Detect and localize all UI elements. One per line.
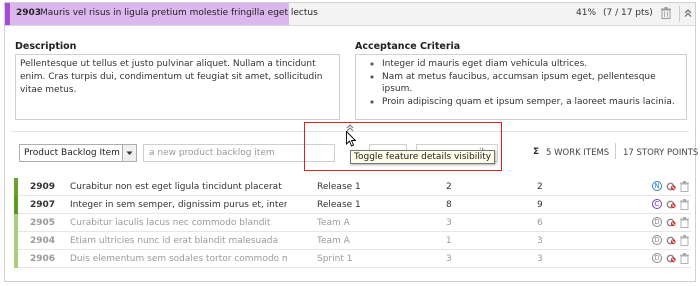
feature-panel: 2903 Mauris vel risus in ligula pretium … bbox=[4, 2, 699, 282]
trash-icon[interactable] bbox=[680, 217, 689, 228]
row-color-bar bbox=[14, 214, 18, 232]
backlog-table: 2909 Curabitur non est eget ligula tinci… bbox=[14, 178, 691, 268]
row-title[interactable]: Curabitur non est eget ligula tincidunt … bbox=[70, 182, 287, 192]
table-row[interactable]: 2905 Curabitur iaculis lacus nec commodo… bbox=[14, 214, 691, 232]
row-value: 3 bbox=[537, 236, 543, 246]
row-effort: 2 bbox=[446, 182, 452, 192]
state-badge: D bbox=[652, 235, 662, 245]
trash-icon[interactable] bbox=[680, 199, 689, 210]
feature-title[interactable]: Mauris vel risus in ligula pretium moles… bbox=[40, 8, 318, 18]
row-id: 2905 bbox=[30, 218, 56, 228]
row-id: 2909 bbox=[30, 182, 56, 192]
caret-down-icon bbox=[126, 151, 133, 155]
unlink-icon[interactable] bbox=[666, 217, 677, 228]
story-points-total: 17 STORY POINTS bbox=[623, 148, 699, 158]
trash-icon[interactable] bbox=[680, 253, 689, 264]
row-effort: 3 bbox=[446, 218, 452, 228]
feature-id: 2903 bbox=[16, 8, 42, 18]
add-item-input[interactable]: a new product backlog item bbox=[143, 144, 335, 162]
description-text: Pellentesque ut tellus et justo pulvinar… bbox=[20, 59, 323, 95]
row-effort: 3 bbox=[446, 254, 452, 264]
row-actions: C bbox=[652, 199, 692, 211]
criteria-item: Nam at metus faucibus, accumsan ipsum eg… bbox=[382, 71, 678, 96]
row-actions: D bbox=[652, 253, 692, 265]
row-iteration: Team A bbox=[317, 236, 350, 246]
trash-icon[interactable] bbox=[680, 181, 689, 192]
row-actions: N bbox=[652, 181, 692, 193]
acceptance-criteria-list: Integer id mauris eget diam vehicula ult… bbox=[360, 58, 678, 108]
row-value: 3 bbox=[537, 254, 543, 264]
row-id: 2906 bbox=[30, 254, 56, 264]
unlink-icon[interactable] bbox=[666, 199, 677, 210]
acceptance-criteria-label: Acceptance Criteria bbox=[355, 41, 461, 52]
state-badge: C bbox=[652, 199, 662, 209]
row-title[interactable]: Integer in sem semper, dignissim purus e… bbox=[70, 200, 287, 210]
row-actions: D bbox=[652, 235, 692, 247]
work-item-type-select[interactable]: Product Backlog Item bbox=[19, 144, 124, 162]
state-badge: D bbox=[652, 253, 662, 263]
toolbar-divider bbox=[615, 143, 616, 159]
work-items-count: 5 WORK ITEMS bbox=[546, 148, 610, 158]
unlink-icon[interactable] bbox=[666, 181, 677, 192]
table-row[interactable]: 2909 Curabitur non est eget ligula tinci… bbox=[14, 178, 691, 196]
row-actions: D bbox=[652, 217, 692, 229]
state-badge: D bbox=[652, 217, 662, 227]
row-iteration: Team A bbox=[317, 218, 350, 228]
state-badge: N bbox=[652, 181, 662, 191]
row-color-bar bbox=[14, 232, 18, 250]
add-item-placeholder: a new product backlog item bbox=[149, 148, 275, 158]
row-effort: 8 bbox=[446, 200, 452, 210]
criteria-item: Integer id mauris eget diam vehicula ult… bbox=[382, 58, 678, 71]
trash-icon[interactable] bbox=[680, 235, 689, 246]
description-field[interactable]: Pellentesque ut tellus et justo pulvinar… bbox=[15, 54, 340, 120]
header-divider bbox=[679, 6, 680, 22]
row-id: 2907 bbox=[30, 200, 56, 210]
feature-header[interactable]: 2903 Mauris vel risus in ligula pretium … bbox=[5, 3, 695, 26]
acceptance-criteria-field[interactable]: Integer id mauris eget diam vehicula ult… bbox=[355, 54, 687, 120]
row-effort: 1 bbox=[446, 236, 452, 246]
row-value: 2 bbox=[537, 182, 543, 192]
feature-color-bar bbox=[5, 3, 10, 25]
row-color-bar bbox=[14, 178, 18, 196]
table-row[interactable]: 2906 Duis elementum sem sodales tortor c… bbox=[14, 250, 691, 268]
row-title[interactable]: Curabitur iaculis lacus nec commodo blan… bbox=[70, 218, 287, 228]
row-color-bar bbox=[14, 196, 18, 214]
row-value: 9 bbox=[537, 200, 543, 210]
description-label: Description bbox=[15, 41, 77, 52]
row-value: 6 bbox=[537, 218, 543, 228]
criteria-item: Proin adipiscing quam et ipsum semper, a… bbox=[382, 96, 678, 109]
row-iteration: Sprint 1 bbox=[317, 254, 353, 264]
chevron-up-icon[interactable] bbox=[683, 7, 693, 19]
unlink-icon[interactable] bbox=[666, 235, 677, 246]
row-title[interactable]: Duis elementum sem sodales tortor commod… bbox=[70, 254, 287, 264]
row-color-bar bbox=[14, 250, 18, 268]
progress-points: (7 / 17 pts) bbox=[603, 8, 653, 18]
table-row[interactable]: 2904 Etiam ultricies nunc id erat blandi… bbox=[14, 232, 691, 250]
row-iteration: Release 1 bbox=[317, 200, 361, 210]
work-item-type-value: Product Backlog Item bbox=[24, 148, 120, 158]
trash-icon[interactable] bbox=[661, 7, 671, 19]
table-row[interactable]: 2907 Integer in sem semper, dignissim pu… bbox=[14, 196, 691, 214]
unlink-icon[interactable] bbox=[666, 253, 677, 264]
row-title[interactable]: Etiam ultricies nunc id erat blandit mal… bbox=[70, 236, 287, 246]
sum-icon: Σ bbox=[533, 147, 540, 157]
mouse-cursor-icon bbox=[346, 131, 356, 147]
tooltip: Toggle feature details visibility bbox=[350, 150, 496, 164]
row-iteration: Release 1 bbox=[317, 182, 361, 192]
row-id: 2904 bbox=[30, 236, 56, 246]
dropdown-button[interactable] bbox=[122, 144, 137, 162]
progress-percent: 41% bbox=[576, 8, 597, 18]
